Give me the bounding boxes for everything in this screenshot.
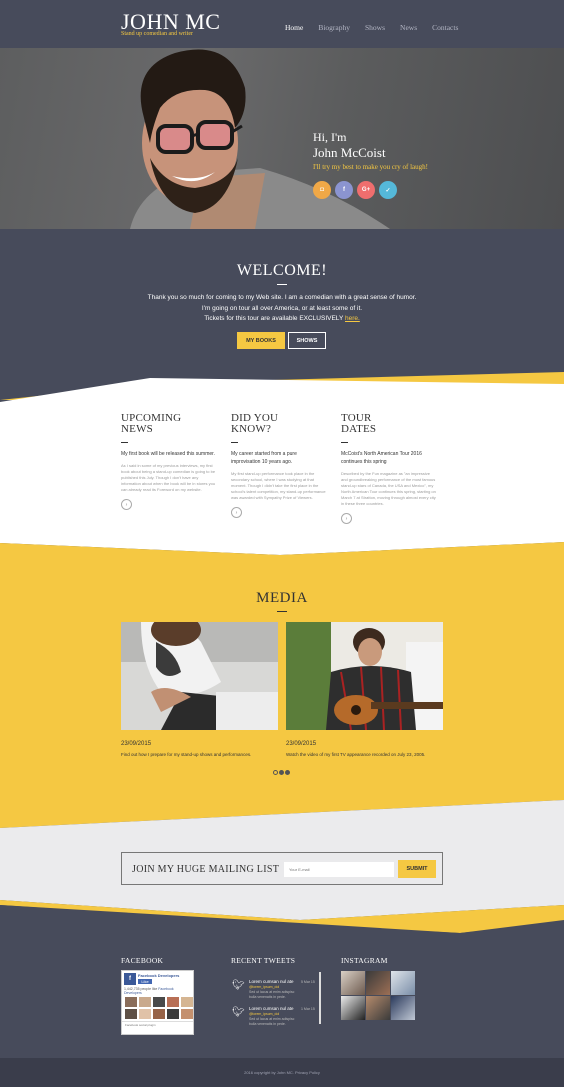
- column-tour-dates: TOUR DATES McCoist's North American Tour …: [341, 413, 437, 524]
- welcome-text-3: Tickets for this tour are available EXCL…: [0, 313, 564, 324]
- shows-button[interactable]: SHOWS: [288, 332, 326, 349]
- welcome-title: WELCOME!: [236, 262, 328, 279]
- twitter-icon: 🐦︎: [232, 980, 245, 991]
- google-plus-icon[interactable]: G+: [357, 181, 375, 199]
- facebook-widget[interactable]: f Facebook Developers Like 1,442,735 peo…: [121, 970, 194, 1035]
- tweet-handle[interactable]: @lorem_ipsum_dol: [249, 1012, 279, 1016]
- my-books-button[interactable]: MY BOOKS: [237, 332, 285, 349]
- nav-shows[interactable]: Shows: [365, 23, 385, 32]
- instagram-photo[interactable]: [341, 971, 365, 995]
- social-links: ◘ f G+ ✓: [313, 181, 397, 199]
- facebook-like-button[interactable]: Like: [138, 979, 152, 984]
- column-divider: [341, 442, 348, 443]
- tweet-text: Lorem cumsan nul ate: [249, 979, 294, 984]
- carousel-dots: [273, 770, 290, 775]
- twitter-icon: 🐦︎: [232, 1007, 245, 1018]
- instagram-photo[interactable]: [366, 996, 390, 1020]
- column-body: As I said in some of my previous intervi…: [121, 463, 216, 492]
- tickets-link[interactable]: here.: [345, 315, 360, 322]
- column-divider: [231, 442, 238, 443]
- column-title-line: DATES: [341, 423, 377, 435]
- facebook-likes: 1,442,735 people like Facebook Developer…: [122, 987, 193, 995]
- tweets-list: 🐦︎ Lorem cumsan nul ate @lorem_ipsum_dol…: [231, 972, 321, 1029]
- twitter-icon[interactable]: ✓: [379, 181, 397, 199]
- media-caption-2: Watch the video of my first TV appearanc…: [286, 752, 426, 757]
- copyright-text: 2016 copyright by John MC. Privacy Polic…: [244, 1070, 320, 1075]
- tweets-scrollbar[interactable]: [319, 972, 321, 1024]
- tweet-body: Sed ut lacus at enim adispisc bulla vene…: [249, 1017, 295, 1026]
- media-date-2: 23/09/2015: [286, 741, 317, 747]
- nav-home[interactable]: Home: [285, 23, 303, 32]
- instagram-photo[interactable]: [366, 971, 390, 995]
- column-upcoming-news: UPCOMING NEWS My first book will be relea…: [121, 413, 217, 510]
- media-caption-1: Find out how I prepare for my stand-up s…: [121, 752, 252, 757]
- logo[interactable]: JOHN MC: [121, 11, 220, 33]
- tweet-body: Sed ut lacus at enim adispisc bulla vene…: [249, 990, 295, 999]
- instagram-photo[interactable]: [341, 996, 365, 1020]
- main-nav: Home Biography Shows News Contacts: [285, 23, 473, 32]
- instagram-photo[interactable]: [391, 971, 415, 995]
- carousel-dot[interactable]: [273, 770, 278, 775]
- media-image-2[interactable]: [286, 622, 443, 730]
- submit-button[interactable]: SUBMIT: [398, 860, 436, 878]
- hero-name: John McCoist: [313, 145, 386, 160]
- tweet-item[interactable]: 🐦︎ Lorem cumsan nul ate @lorem_ipsum_dol…: [231, 975, 321, 1002]
- tweet-date: 1 Mar 15: [301, 1007, 315, 1011]
- column-body: My first stand-up performance took place…: [231, 471, 326, 500]
- logo-subtitle: Stand up comedian and writer: [121, 31, 193, 37]
- arrow-right-icon[interactable]: ›: [121, 499, 132, 510]
- hero-portrait: [130, 49, 390, 229]
- column-title: DID YOU KNOW?: [231, 413, 327, 435]
- carousel-dot[interactable]: [279, 770, 284, 775]
- tweet-date: 5 Mar 15: [301, 980, 315, 984]
- media-title: MEDIA: [256, 590, 308, 606]
- welcome-divider: [277, 284, 287, 285]
- mailing-title: JOIN MY HUGE MAILING LIST: [132, 864, 280, 875]
- hero-greeting: Hi, I'm: [313, 130, 347, 144]
- column-lead: My career started from a pure improvisat…: [231, 451, 297, 465]
- hero-tagline: I'll try my best to make you cry of laug…: [313, 163, 428, 171]
- email-field[interactable]: [284, 862, 394, 877]
- welcome-text-1: Thank you so much for coming to my Web s…: [147, 294, 417, 301]
- carousel-dot[interactable]: [285, 770, 290, 775]
- media-divider: [277, 611, 287, 612]
- facebook-avatars: [122, 995, 193, 1021]
- instagram-photo[interactable]: [391, 996, 415, 1020]
- column-title-line: KNOW?: [231, 423, 272, 435]
- column-title: TOUR DATES: [341, 413, 437, 435]
- facebook-page-name[interactable]: Facebook Developers: [138, 973, 179, 978]
- nav-contacts[interactable]: Contacts: [432, 23, 458, 32]
- facebook-title: FACEBOOK: [121, 956, 164, 965]
- hero-banner: Hi, I'm John McCoist I'll try my best to…: [0, 48, 564, 229]
- arrow-right-icon[interactable]: ›: [231, 507, 242, 518]
- column-body: Described by the Fun magazine as "an imp…: [341, 471, 436, 506]
- site-header: JOHN MC Stand up comedian and writer Hom…: [0, 0, 564, 48]
- facebook-page-icon: f: [124, 973, 136, 985]
- tweet-handle[interactable]: @lorem_ipsum_dol: [249, 985, 279, 989]
- tweet-item[interactable]: 🐦︎ Lorem cumsan nul ate @lorem_ipsum_dol…: [231, 1002, 321, 1029]
- tweets-title: RECENT TWEETS: [231, 956, 296, 965]
- mailing-list-box: JOIN MY HUGE MAILING LIST SUBMIT: [121, 852, 443, 885]
- column-divider: [121, 442, 128, 443]
- media-image-1[interactable]: [121, 622, 278, 730]
- tweet-text: Lorem cumsan nul ate: [249, 1006, 294, 1011]
- instagram-grid: [341, 971, 415, 1020]
- instagram-title: INSTAGRAM: [341, 956, 388, 965]
- welcome-text-3-label: Tickets for this tour are available EXCL…: [204, 315, 344, 322]
- copyright-bar: 2016 copyright by John MC. Privacy Polic…: [0, 1058, 564, 1087]
- column-title: UPCOMING NEWS: [121, 413, 217, 435]
- nav-biography[interactable]: Biography: [318, 23, 350, 32]
- facebook-icon[interactable]: f: [335, 181, 353, 199]
- column-lead: McCoist's North American Tour 2016 conti…: [341, 451, 422, 465]
- instagram-icon[interactable]: ◘: [313, 181, 331, 199]
- column-did-you-know: DID YOU KNOW? My career started from a pu…: [231, 413, 327, 518]
- nav-news[interactable]: News: [400, 23, 417, 32]
- media-date-1: 23/09/2015: [121, 741, 152, 747]
- facebook-plugin: Facebook social plugin: [122, 1021, 193, 1028]
- column-title-line: NEWS: [121, 423, 153, 435]
- arrow-right-icon[interactable]: ›: [341, 513, 352, 524]
- column-lead: My first book will be released this summ…: [121, 451, 215, 457]
